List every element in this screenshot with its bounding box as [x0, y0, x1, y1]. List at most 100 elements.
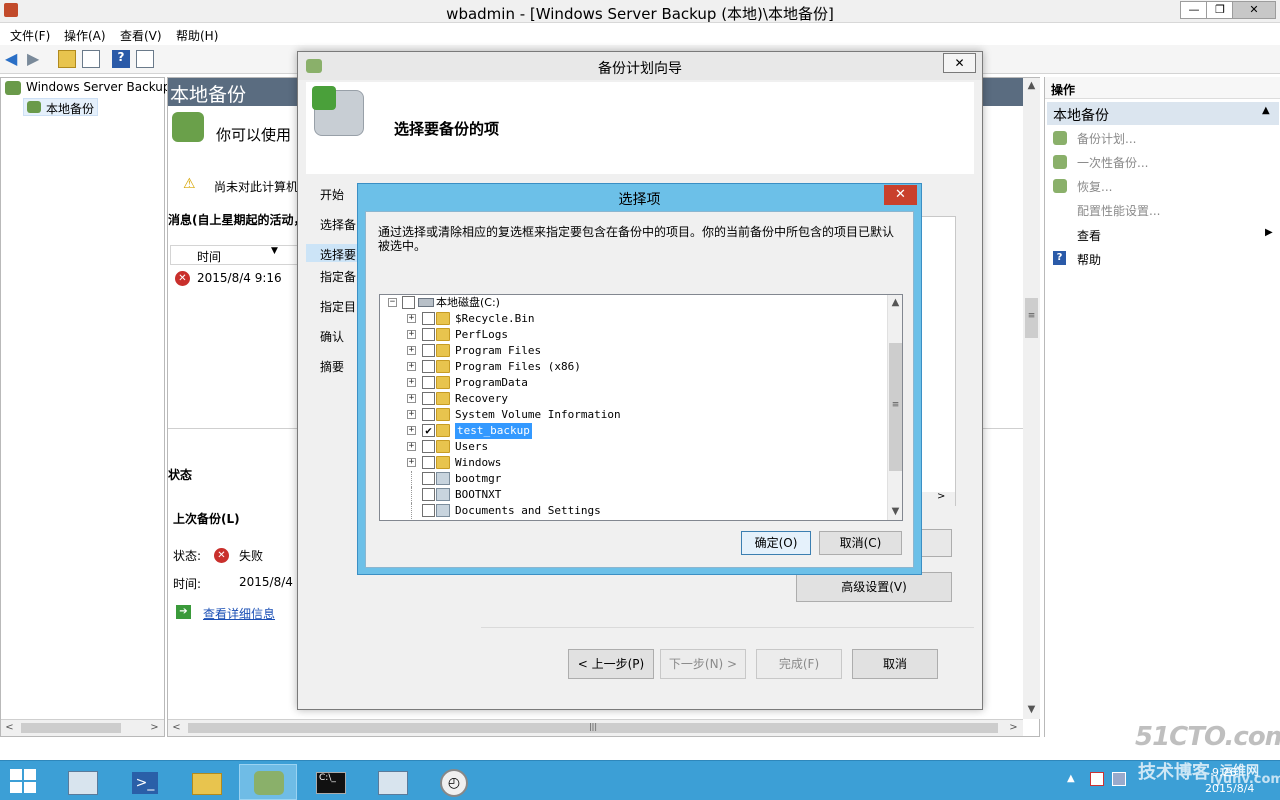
expand-icon[interactable]: +: [407, 410, 416, 419]
finish-button[interactable]: 完成(F): [756, 649, 842, 679]
tree-hscrollbar[interactable]: < >: [1, 719, 164, 736]
tree-row[interactable]: + ProgramData: [380, 375, 888, 391]
tree-row[interactable]: BOOTNXT: [380, 487, 888, 503]
file-tree[interactable]: − 本地磁盘(C:) + $Recycle.Bin + PerfLogs + Progra…: [379, 294, 903, 521]
tree-row[interactable]: bootmgr: [380, 471, 888, 487]
close-button[interactable]: ✕: [1232, 1, 1276, 19]
action-configure-performance[interactable]: 配置性能设置...: [1077, 202, 1160, 219]
item-checkbox[interactable]: [422, 456, 435, 469]
action-view[interactable]: 查看: [1077, 227, 1101, 244]
expand-icon[interactable]: +: [407, 426, 416, 435]
tree-vscroll-thumb[interactable]: ≡: [889, 343, 902, 471]
forward-arrow-icon[interactable]: ▶: [27, 50, 45, 68]
main-vscrollbar[interactable]: ▲ ≡ ▼: [1023, 78, 1040, 719]
network-icon[interactable]: [1112, 772, 1126, 786]
action-recover[interactable]: 恢复...: [1077, 178, 1112, 195]
expand-icon[interactable]: +: [407, 442, 416, 451]
collapse-arrow-icon[interactable]: ▲: [1262, 105, 1270, 116]
server-manager-taskbar-icon[interactable]: [53, 764, 111, 800]
item-checkbox[interactable]: [422, 344, 435, 357]
item-checkbox[interactable]: [422, 504, 435, 517]
menu-file[interactable]: 文件(F): [10, 27, 50, 44]
actions-section-local-backup[interactable]: 本地备份 ▲: [1047, 102, 1279, 125]
command-prompt-taskbar-icon[interactable]: C:\_: [301, 764, 359, 800]
item-checkbox[interactable]: [422, 472, 435, 485]
main-hscroll-thumb[interactable]: |||: [188, 723, 998, 733]
nav-confirm[interactable]: 确认: [320, 328, 344, 345]
up-folder-icon[interactable]: [58, 50, 76, 68]
tree-row[interactable]: + $Recycle.Bin: [380, 311, 888, 327]
expand-icon[interactable]: +: [407, 394, 416, 403]
tree-row[interactable]: + Program Files: [380, 343, 888, 359]
file-explorer-taskbar-icon[interactable]: [177, 764, 235, 800]
dialog-ok-button[interactable]: 确定(O): [741, 531, 811, 555]
tree-row[interactable]: + PerfLogs: [380, 327, 888, 343]
item-checkbox[interactable]: [422, 392, 435, 405]
wizard-close-button[interactable]: ✕: [943, 53, 976, 73]
dialog-close-button[interactable]: ✕: [884, 185, 917, 205]
windows-server-backup-taskbar-icon[interactable]: [239, 764, 297, 800]
help-icon[interactable]: ?: [112, 50, 130, 68]
menu-help[interactable]: 帮助(H): [176, 27, 218, 44]
item-checkbox[interactable]: [422, 408, 435, 421]
tree-scroll-thumb[interactable]: [21, 723, 121, 733]
tree-row[interactable]: + Program Files (x86): [380, 359, 888, 375]
main-vscroll-thumb[interactable]: ≡: [1025, 298, 1038, 338]
expand-icon[interactable]: +: [407, 346, 416, 355]
show-hidden-icons[interactable]: ▲: [1067, 773, 1075, 784]
main-hscrollbar[interactable]: < ||| >: [168, 719, 1023, 736]
back-arrow-icon[interactable]: ◀: [5, 50, 23, 68]
tree-vscrollbar[interactable]: ▲ ≡ ▼: [887, 295, 902, 520]
tree-root-row[interactable]: − 本地磁盘(C:): [380, 295, 888, 311]
nav-select-config[interactable]: 选择备: [320, 216, 356, 233]
action-backup-once[interactable]: 一次性备份...: [1077, 154, 1148, 171]
item-checkbox[interactable]: [422, 328, 435, 341]
menu-action[interactable]: 操作(A): [64, 27, 106, 44]
nav-getting-started[interactable]: 开始: [320, 186, 344, 203]
task-scheduler-taskbar-icon[interactable]: ◴: [425, 764, 483, 800]
nav-specify-target[interactable]: 指定目: [320, 298, 356, 315]
back-button[interactable]: < 上一步(P): [568, 649, 654, 679]
item-checkbox[interactable]: ✔: [422, 424, 435, 437]
dialog-cancel-button[interactable]: 取消(C): [819, 531, 902, 555]
tree-row[interactable]: + Users: [380, 439, 888, 455]
nav-summary[interactable]: 摘要: [320, 358, 344, 375]
minimize-button[interactable]: —: [1180, 1, 1208, 19]
item-checkbox[interactable]: [422, 360, 435, 373]
expand-icon[interactable]: +: [407, 458, 416, 467]
advanced-settings-button[interactable]: 高级设置(V): [796, 572, 952, 602]
tree-row[interactable]: + Windows: [380, 455, 888, 471]
powershell-taskbar-icon[interactable]: >_: [115, 764, 173, 800]
details-link[interactable]: 查看详细信息: [203, 605, 275, 622]
control-panel-taskbar-icon[interactable]: [363, 764, 421, 800]
show-tree-icon[interactable]: [82, 50, 100, 68]
item-checkbox[interactable]: [422, 376, 435, 389]
tree-row[interactable]: + ✔ test_backup: [380, 423, 888, 439]
col-header-time[interactable]: 时间 ▼: [170, 245, 300, 265]
collapse-root-icon[interactable]: −: [388, 298, 397, 307]
message-row-time[interactable]: 2015/8/4 9:16: [197, 271, 282, 285]
start-windows-icon[interactable]: [10, 769, 38, 795]
item-checkbox[interactable]: [422, 488, 435, 501]
action-pane-icon[interactable]: [136, 50, 154, 68]
root-checkbox[interactable]: [402, 296, 415, 309]
tree-root[interactable]: Windows Server Backup: [26, 80, 171, 94]
items-scroll-right[interactable]: >: [937, 491, 945, 502]
action-backup-schedule[interactable]: 备份计划...: [1077, 130, 1136, 147]
next-button[interactable]: 下一步(N) >: [660, 649, 746, 679]
wizard-cancel-button[interactable]: 取消: [852, 649, 938, 679]
expand-icon[interactable]: +: [407, 362, 416, 371]
tree-row[interactable]: + Recovery: [380, 391, 888, 407]
menu-view[interactable]: 查看(V): [120, 27, 162, 44]
action-help[interactable]: 帮助: [1077, 251, 1101, 268]
expand-icon[interactable]: +: [407, 378, 416, 387]
expand-icon[interactable]: +: [407, 330, 416, 339]
restore-button[interactable]: ❐: [1206, 1, 1234, 19]
action-center-icon[interactable]: [1090, 772, 1104, 786]
tree-row[interactable]: + System Volume Information: [380, 407, 888, 423]
item-checkbox[interactable]: [422, 312, 435, 325]
item-checkbox[interactable]: [422, 440, 435, 453]
tree-row[interactable]: Documents and Settings: [380, 503, 888, 519]
expand-icon[interactable]: +: [407, 314, 416, 323]
nav-specify-time[interactable]: 指定备: [320, 268, 356, 285]
